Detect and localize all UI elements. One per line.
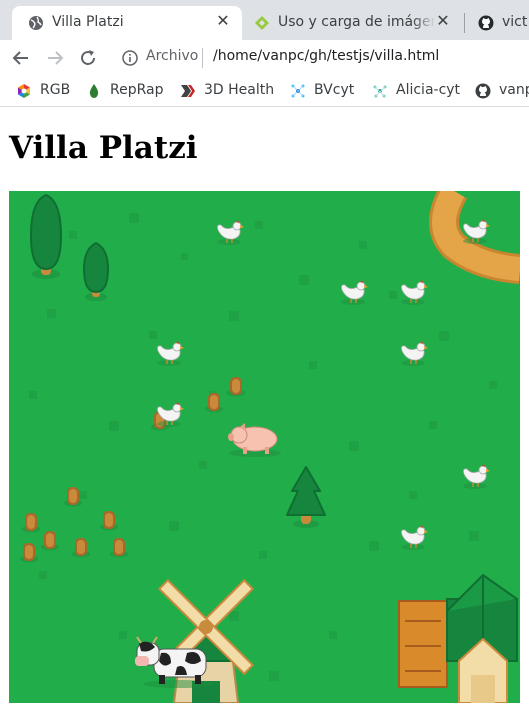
bookmark-label: 3D Health bbox=[204, 82, 275, 98]
close-tab-icon[interactable]: ✕ bbox=[214, 12, 232, 30]
tab-uso-carga-imagenes[interactable]: Uso y carga de imágenes ✕ bbox=[244, 6, 462, 40]
toolbar: Archivo /home/vanpc/gh/testjs/villa.html bbox=[0, 40, 529, 76]
url-text[interactable]: /home/vanpc/gh/testjs/villa.html bbox=[213, 48, 439, 64]
tab-title: vict bbox=[502, 14, 528, 30]
tab-villa-platzi[interactable]: Villa Platzi ✕ bbox=[12, 6, 242, 40]
address-bar[interactable]: Archivo /home/vanpc/gh/testjs/villa.html bbox=[112, 44, 529, 72]
tab-fade bbox=[412, 6, 436, 40]
tab-strip: Villa Platzi ✕ Uso y carga de imágenes ✕… bbox=[0, 0, 529, 40]
3dhealth-icon bbox=[181, 85, 195, 97]
platzi-icon bbox=[255, 16, 269, 30]
bookmarks-bar: RGB RepRap 3D Health BVcyt Alicia-cyt va… bbox=[0, 76, 529, 107]
reprap-drop-icon bbox=[89, 84, 99, 98]
github-icon bbox=[475, 83, 491, 99]
back-arrow-icon[interactable] bbox=[9, 46, 33, 70]
page-title: Villa Platzi bbox=[9, 130, 198, 166]
tab-separator bbox=[464, 13, 465, 33]
rgb-hexagon-icon bbox=[18, 84, 30, 98]
villa-canvas bbox=[9, 191, 520, 703]
globe-icon bbox=[29, 16, 43, 30]
address-divider bbox=[202, 48, 203, 68]
close-tab-icon[interactable]: ✕ bbox=[434, 12, 452, 30]
tab-title: Villa Platzi bbox=[52, 14, 124, 30]
tab-title: Uso y carga de imágenes bbox=[278, 14, 434, 30]
reload-icon[interactable] bbox=[76, 46, 100, 70]
bookmark-label: vanp bbox=[499, 82, 529, 98]
alicia-icon bbox=[373, 85, 387, 98]
forward-arrow-icon[interactable] bbox=[43, 46, 67, 70]
github-icon bbox=[478, 15, 494, 31]
bookmark-label: BVcyt bbox=[314, 82, 355, 98]
bookmark-label: RepRap bbox=[110, 82, 164, 98]
bvcyt-icon bbox=[291, 84, 305, 98]
bookmark-label: Alicia-cyt bbox=[396, 82, 461, 98]
info-icon[interactable] bbox=[122, 50, 138, 66]
bookmark-label: RGB bbox=[40, 82, 71, 98]
tab-github[interactable]: vict bbox=[466, 6, 529, 40]
scheme-label: Archivo bbox=[146, 48, 199, 64]
